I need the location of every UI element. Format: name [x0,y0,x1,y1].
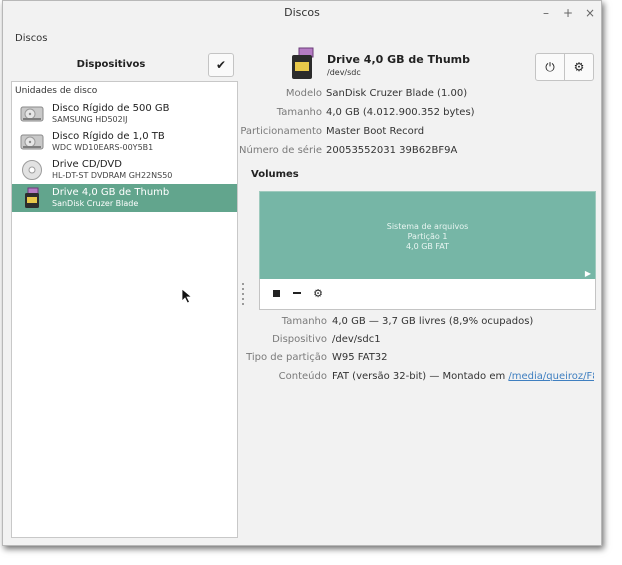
field-key: Tamanho [281,316,327,327]
partition-options-button[interactable]: ⚙ [312,286,324,300]
drive-actions: ⏻ ⚙ [535,53,594,81]
mouse-cursor-icon [181,288,193,304]
field-key: Tamanho [276,107,322,118]
partition-number: Partição 1 [407,232,448,241]
field-value: 20053552031 39B62BF9A [326,145,458,156]
field-value: FAT (versão 32-bit) — Montado em /media/… [332,371,594,382]
field-key: Modelo [285,88,322,99]
partition-label: Sistema de arquivos Partição 1 4,0 GB FA… [260,222,595,252]
volume-field-contents: Conteúdo FAT (versão 32-bit) — Montado e… [3,371,598,385]
volume-field-size: Tamanho 4,0 GB — 3,7 GB livres (8,9% ocu… [3,316,598,330]
device-name: Drive 4,0 GB de Thumb [52,187,170,198]
usb-drive-icon [289,47,317,81]
partition-map[interactable]: Sistema de arquivos Partição 1 4,0 GB FA… [259,191,596,281]
gear-icon: ⚙ [573,60,585,74]
close-icon[interactable]: × [585,1,595,25]
partition-type: Sistema de arquivos [386,222,469,231]
select-mode-button[interactable]: ✔ [208,53,234,77]
gears-icon: ⚙ [313,286,323,300]
checkmark-icon: ✔ [215,58,227,72]
mount-point-link[interactable]: /media/queiroz/F804-E6D6 [508,371,594,382]
field-value: /dev/sdc1 [332,334,381,345]
mounted-indicator-icon: ▶ [584,269,591,278]
contents-text: FAT (versão 32-bit) — Montado em [332,371,509,382]
stop-icon [272,289,280,297]
volume-toolbar: ⚙ [259,279,596,310]
device-model: HL-DT-ST DVDRAM GH22NS50 [52,171,173,180]
devices-header: Dispositivos ✔ [11,53,237,79]
delete-partition-button[interactable] [291,287,303,299]
field-value: SanDisk Cruzer Blade (1.00) [326,88,468,99]
field-key: Conteúdo [278,371,327,382]
field-value: 4,0 GB (4.012.900.352 bytes) [326,107,475,118]
drive-field-serial: Número de série 20053552031 39B62BF9A [3,145,598,159]
usb-drive-icon [20,187,44,209]
unmount-button[interactable] [270,287,282,299]
field-key: Tipo de partição [246,352,327,363]
power-off-button[interactable]: ⏻ [535,53,565,81]
partition-size: 4,0 GB FAT [405,242,450,251]
devices-title: Dispositivos [76,59,146,70]
field-key: Particionamento [240,126,322,137]
volume-field-partition-type: Tipo de partição W95 FAT32 [3,352,598,366]
maximize-icon[interactable]: + [563,1,573,25]
drive-options-button[interactable]: ⚙ [565,53,594,81]
window-controls: – + × [541,1,595,25]
volumes-title: Volumes [251,169,299,180]
field-value: W95 FAT32 [332,352,388,363]
minimize-icon[interactable]: – [541,1,551,25]
minus-icon [293,292,301,294]
power-icon: ⏻ [545,59,555,74]
app-menu[interactable]: Discos [15,33,48,44]
disks-window: Discos – + × Discos Dispositivos ✔ Unida… [2,0,602,546]
pane-resize-handle[interactable] [242,283,244,305]
title-bar: Discos – + × [3,1,601,25]
drive-title: Drive 4,0 GB de Thumb [327,53,471,66]
window-title: Discos [284,6,320,19]
field-value: Master Boot Record [326,126,425,137]
drive-field-size: Tamanho 4,0 GB (4.012.900.352 bytes) [3,107,598,121]
optical-disc-icon [20,159,44,181]
drive-field-partitioning: Particionamento Master Boot Record [3,126,598,140]
drive-device: /dev/sdc [327,68,361,77]
field-key: Dispositivo [272,334,327,345]
device-item-optical[interactable]: Drive CD/DVD HL-DT-ST DVDRAM GH22NS50 [12,156,237,184]
device-name: Drive CD/DVD [52,159,122,170]
volume-field-device: Dispositivo /dev/sdc1 [3,334,598,348]
device-model: SanDisk Cruzer Blade [52,199,139,208]
device-item-usb[interactable]: Drive 4,0 GB de Thumb SanDisk Cruzer Bla… [12,184,237,212]
field-key: Número de série [239,145,322,156]
drive-field-model: Modelo SanDisk Cruzer Blade (1.00) [3,88,598,102]
field-value: 4,0 GB — 3,7 GB livres (8,9% ocupados) [332,316,534,327]
